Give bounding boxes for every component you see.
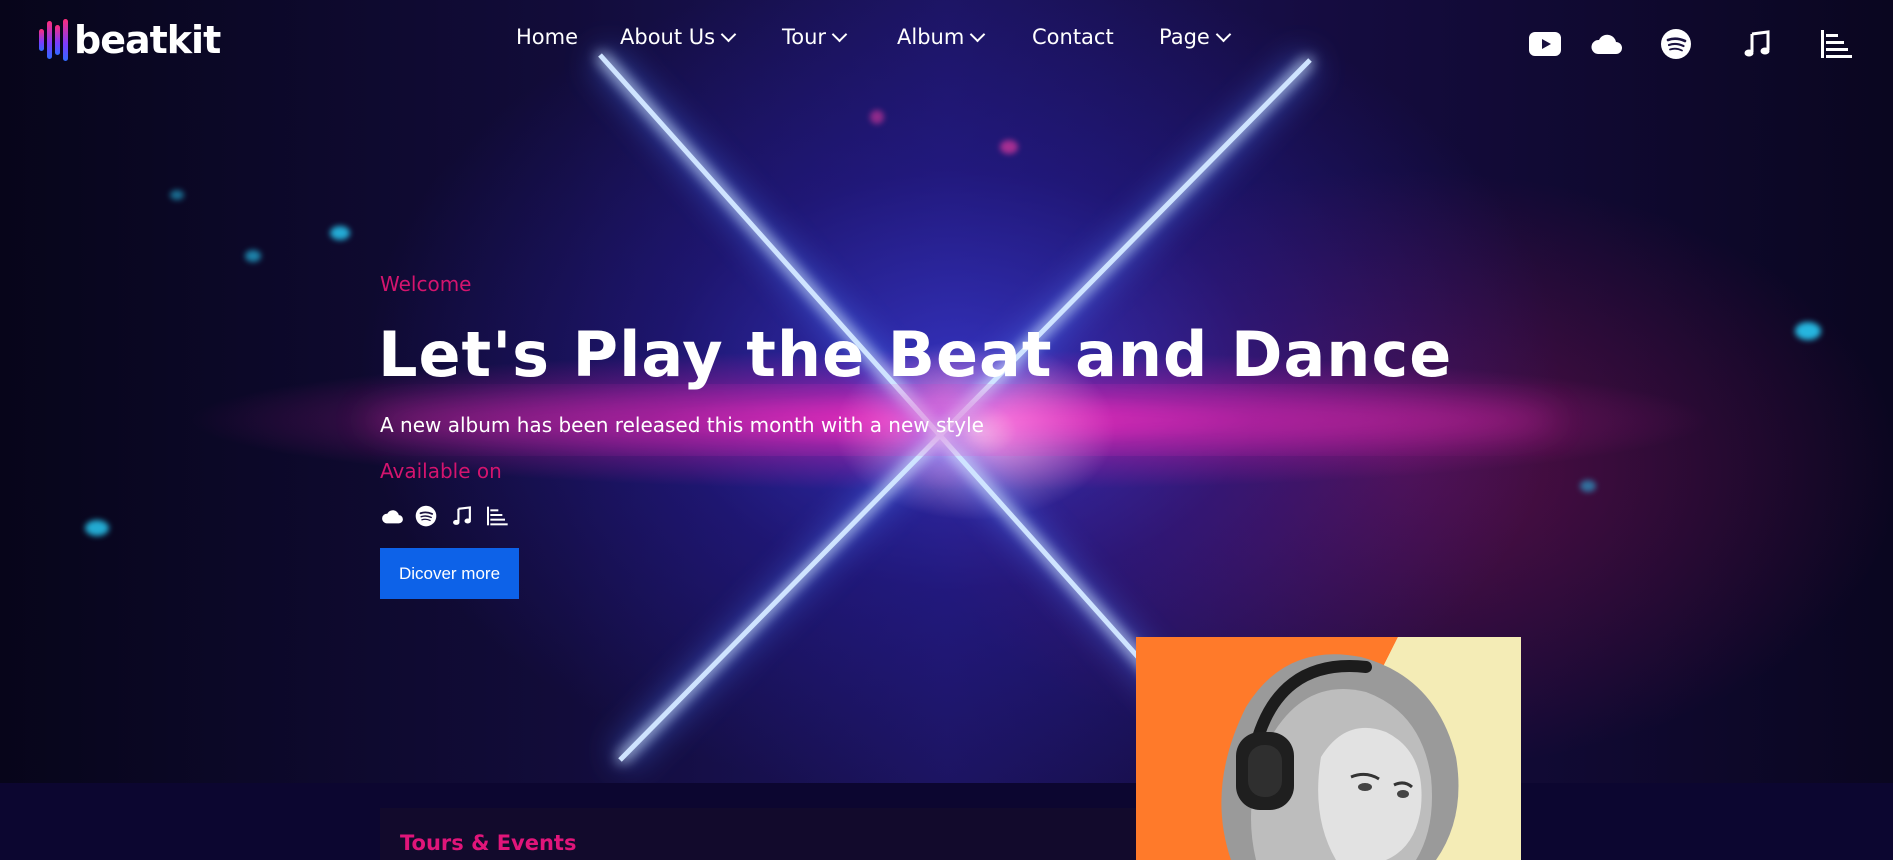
brand-name: beatkit [74,18,221,62]
sparkle [1580,480,1596,492]
chevron-down-icon [970,26,986,42]
nav-contact-label: Contact [1032,25,1114,49]
chevron-down-icon [720,26,737,42]
site-header: beatkit Home About Us Tour Album Contact… [0,0,1893,84]
soundcloud-icon[interactable] [380,504,404,528]
spotify-icon[interactable] [1656,24,1696,64]
artist-photo [1136,637,1521,860]
sparkle [1000,140,1018,154]
nav-about-us-label: About Us [620,25,716,49]
youtube-icon[interactable] [1525,24,1565,64]
nav-home[interactable]: Home [516,25,578,49]
chevron-down-icon [1215,26,1232,42]
nav-album-label: Album [897,25,965,49]
nav-page-label: Page [1159,25,1210,49]
sparkle [870,110,884,124]
deezer-icon[interactable] [485,504,509,528]
nav-album[interactable]: Album [897,25,986,49]
sparkle [330,226,350,240]
nav-tour-label: Tour [782,25,827,49]
discover-more-button[interactable]: Dicover more [380,548,519,599]
sparkle [245,250,261,262]
hero-background [0,0,1893,783]
music-note-icon[interactable] [1737,24,1777,64]
nav-page[interactable]: Page [1159,25,1232,49]
hero-eyebrow: Welcome [380,272,472,296]
deezer-icon[interactable] [1816,24,1856,64]
spotify-icon[interactable] [414,504,438,528]
artist-illustration [1136,637,1521,860]
nav-about-us[interactable]: About Us [620,25,737,49]
available-on-label: Available on [380,459,502,483]
sparkle [170,190,184,200]
nav-contact[interactable]: Contact [1032,25,1114,49]
soundcloud-icon[interactable] [1586,24,1626,64]
nav-tour[interactable]: Tour [782,25,848,49]
hero-title: Let's Play the Beat and Dance [378,318,1453,391]
nav-home-label: Home [516,25,579,49]
light-beams [360,46,1560,770]
sparkle [85,520,109,536]
logo-mark [39,19,68,61]
sparkle [1795,322,1821,340]
events-title: Tours & Events [400,831,577,855]
music-note-icon[interactable] [450,504,474,528]
brand-logo[interactable]: beatkit [39,18,221,62]
chevron-down-icon [831,26,848,42]
hero-subtitle: A new album has been released this month… [380,413,984,437]
